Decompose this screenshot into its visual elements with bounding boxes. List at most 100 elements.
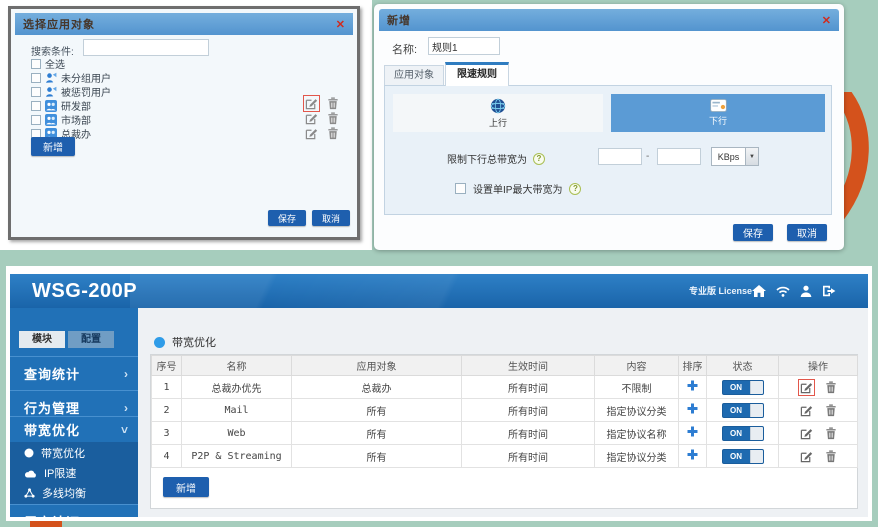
item-label: 全选 — [45, 56, 65, 71]
checkbox[interactable] — [31, 73, 41, 83]
tab-application-object[interactable]: 应用对象 — [384, 65, 444, 86]
status-toggle[interactable]: ON — [722, 426, 764, 441]
group-icon — [45, 114, 57, 126]
edit-icon[interactable] — [305, 127, 318, 140]
dialog-title: 选择应用对象 — [23, 16, 95, 32]
help-icon[interactable]: ? — [569, 183, 581, 195]
table-row: 2 Mail 所有 所有时间 指定协议分类 ON — [152, 399, 858, 422]
sort-plus-icon[interactable] — [687, 426, 698, 437]
trash-icon[interactable] — [825, 381, 837, 394]
range-separator: - — [646, 151, 649, 162]
list-item-select-all[interactable]: 全选 — [31, 57, 65, 70]
speed-limit-panel: 上行 下行 限制下行总带宽为 ? - KBps ▼ 设置单IP最大带宽为 — [384, 85, 832, 215]
unit-select[interactable]: KBps ▼ — [711, 147, 759, 166]
home-icon[interactable] — [752, 285, 766, 297]
trash-icon[interactable] — [327, 112, 339, 125]
sort-plus-icon[interactable] — [687, 449, 698, 460]
checkbox[interactable] — [31, 115, 41, 125]
edit-icon[interactable] — [800, 404, 813, 417]
save-button[interactable]: 保存 — [733, 224, 773, 241]
edit-icon[interactable] — [800, 450, 813, 463]
wifi-icon[interactable] — [776, 286, 790, 297]
trash-icon[interactable] — [825, 427, 837, 440]
sidebar-tabs: 模块 配置 — [19, 331, 114, 348]
submenu-item-ip-speed-limit[interactable]: IP限速 — [10, 464, 138, 482]
app-header: WSG-200P 专业版 License — [10, 274, 868, 308]
list-item-marketing-dept[interactable]: 市场部 — [31, 113, 91, 126]
edit-icon[interactable] — [305, 97, 318, 110]
checkbox[interactable] — [31, 101, 41, 111]
tab-config[interactable]: 配置 — [68, 331, 114, 348]
help-icon[interactable]: ? — [533, 153, 545, 165]
downstream-option-selected[interactable]: 下行 — [611, 94, 825, 132]
user-icon — [45, 86, 57, 98]
sidebar-item-bandwidth-optimization[interactable]: 带宽优化 ˅ — [10, 416, 138, 442]
bandwidth-limit-row: 限制下行总带宽为 ? — [447, 151, 545, 166]
item-label: 被惩罚用户 — [61, 84, 111, 99]
header-icons — [752, 274, 836, 308]
chevron-down-icon: ˅ — [121, 423, 128, 437]
edit-icon[interactable] — [800, 427, 813, 440]
close-icon[interactable]: ✕ — [336, 13, 345, 35]
trash-icon[interactable] — [327, 97, 339, 110]
sidebar: 模块 配置 查询统计 › 行为管理 › 带宽优化 ˅ 带宽优化 — [10, 308, 138, 517]
checkbox[interactable] — [31, 59, 41, 69]
checkbox[interactable] — [31, 87, 41, 97]
add-button[interactable]: 新增 — [31, 137, 75, 156]
page-title: 带宽优化 — [172, 334, 216, 350]
rules-table-card: 序号 名称 应用对象 生效时间 内容 排序 状态 操作 1 — [150, 354, 858, 509]
save-button[interactable]: 保存 — [268, 210, 306, 226]
sidebar-item-user-authentication[interactable]: 用户认证 › — [10, 504, 138, 517]
status-toggle[interactable]: ON — [722, 403, 764, 418]
logout-icon[interactable] — [822, 285, 836, 297]
trash-icon[interactable] — [327, 127, 339, 140]
rules-table: 序号 名称 应用对象 生效时间 内容 排序 状态 操作 1 — [151, 355, 858, 468]
status-toggle[interactable]: ON — [722, 449, 764, 464]
submenu-item-multiline-balance[interactable]: 多线均衡 — [10, 484, 138, 502]
status-toggle[interactable]: ON — [722, 380, 764, 395]
list-item-ungrouped-users[interactable]: 未分组用户 — [31, 71, 111, 84]
sort-plus-icon[interactable] — [687, 380, 698, 391]
list-item-punished-users[interactable]: 被惩罚用户 — [31, 85, 111, 98]
sort-plus-icon[interactable] — [687, 403, 698, 414]
user-icon[interactable] — [800, 285, 812, 297]
add-rule-button[interactable]: 新增 — [163, 477, 209, 497]
tab-speed-limit-rule[interactable]: 限速规则 — [445, 62, 509, 86]
upstream-option[interactable]: 上行 — [393, 94, 603, 132]
edit-icon[interactable] — [305, 112, 318, 125]
per-ip-label: 设置单IP最大带宽为 — [473, 181, 562, 196]
search-input[interactable] — [83, 39, 209, 56]
column-header: 内容 — [595, 356, 679, 376]
item-actions — [305, 112, 339, 125]
item-actions — [305, 127, 339, 140]
new-rule-dialog: 新增 ✕ 名称: 应用对象 限速规则 上行 下行 限制下行总带宽为 ? — [374, 4, 844, 250]
item-label: 未分组用户 — [61, 70, 111, 85]
limit-label: 限制下行总带宽为 — [447, 151, 527, 166]
cancel-button[interactable]: 取消 — [787, 224, 827, 241]
triangle-nodes-icon — [24, 488, 35, 498]
trash-icon[interactable] — [825, 404, 837, 417]
group-icon — [45, 100, 57, 112]
column-header: 名称 — [182, 356, 292, 376]
chevron-down-icon[interactable]: ▼ — [745, 148, 758, 165]
card-icon — [710, 99, 727, 112]
bandwidth-min-input[interactable] — [598, 148, 642, 165]
license-badge: 专业版 License — [689, 274, 752, 308]
name-input[interactable] — [428, 37, 500, 55]
column-header: 排序 — [679, 356, 707, 376]
column-header: 操作 — [779, 356, 858, 376]
edit-icon[interactable] — [800, 381, 813, 394]
main-window: WSG-200P 专业版 License 帮助 模块 — [6, 266, 872, 521]
list-item-rd-dept[interactable]: 研发部 — [31, 99, 91, 112]
table-header-row: 序号 名称 应用对象 生效时间 内容 排序 状态 操作 — [152, 356, 858, 376]
close-icon[interactable]: ✕ — [822, 9, 831, 31]
section-dot-icon — [154, 337, 165, 348]
submenu-item-bandwidth-optimization[interactable]: 带宽优化 — [10, 444, 138, 462]
cancel-button[interactable]: 取消 — [312, 210, 350, 226]
bandwidth-max-input[interactable] — [657, 148, 701, 165]
sidebar-item-query-statistics[interactable]: 查询统计 › — [10, 356, 138, 390]
per-ip-checkbox[interactable] — [455, 183, 466, 194]
tab-module[interactable]: 模块 — [19, 331, 65, 348]
trash-icon[interactable] — [825, 450, 837, 463]
item-label: 市场部 — [61, 112, 91, 127]
